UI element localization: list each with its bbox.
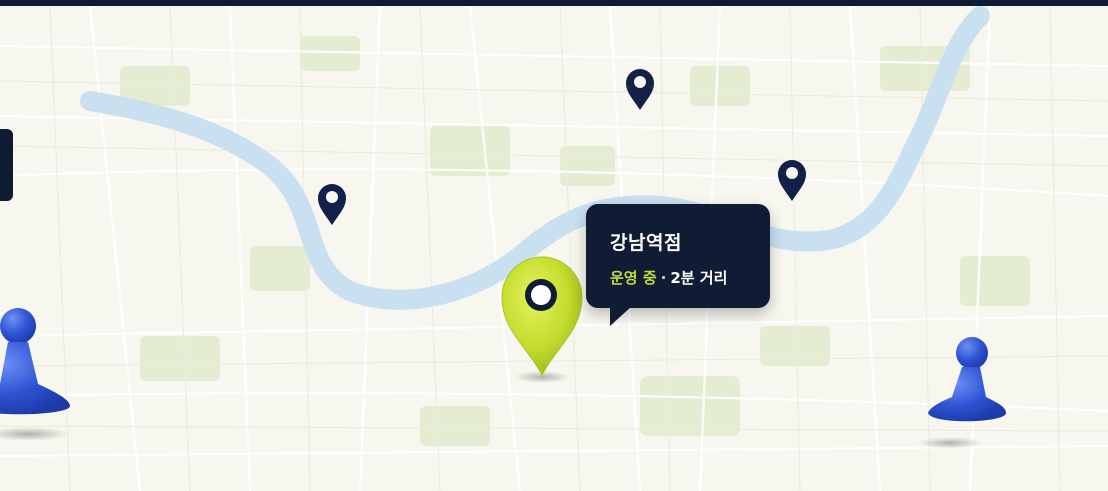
store-status: 운영 중 (610, 269, 657, 287)
separator-dot: · (660, 269, 667, 287)
store-callout[interactable]: 강남역점 운영 중 · 2분 거리 (586, 204, 770, 326)
side-handle[interactable] (0, 129, 13, 201)
map-pin-icon[interactable] (778, 160, 806, 201)
map-pin-icon[interactable] (626, 69, 654, 110)
pawn-figure-icon (918, 337, 1006, 449)
pawn-figure-icon (0, 308, 70, 441)
map-pin-icon[interactable] (318, 184, 346, 225)
store-distance: 2분 거리 (670, 269, 728, 287)
store-status-line: 운영 중 · 2분 거리 (610, 267, 727, 288)
map-pin-primary-icon[interactable] (501, 256, 583, 383)
store-name: 강남역점 (610, 232, 682, 254)
map-canvas[interactable] (0, 6, 1108, 491)
map-view[interactable]: 강남역점 운영 중 · 2분 거리 (0, 0, 1108, 491)
